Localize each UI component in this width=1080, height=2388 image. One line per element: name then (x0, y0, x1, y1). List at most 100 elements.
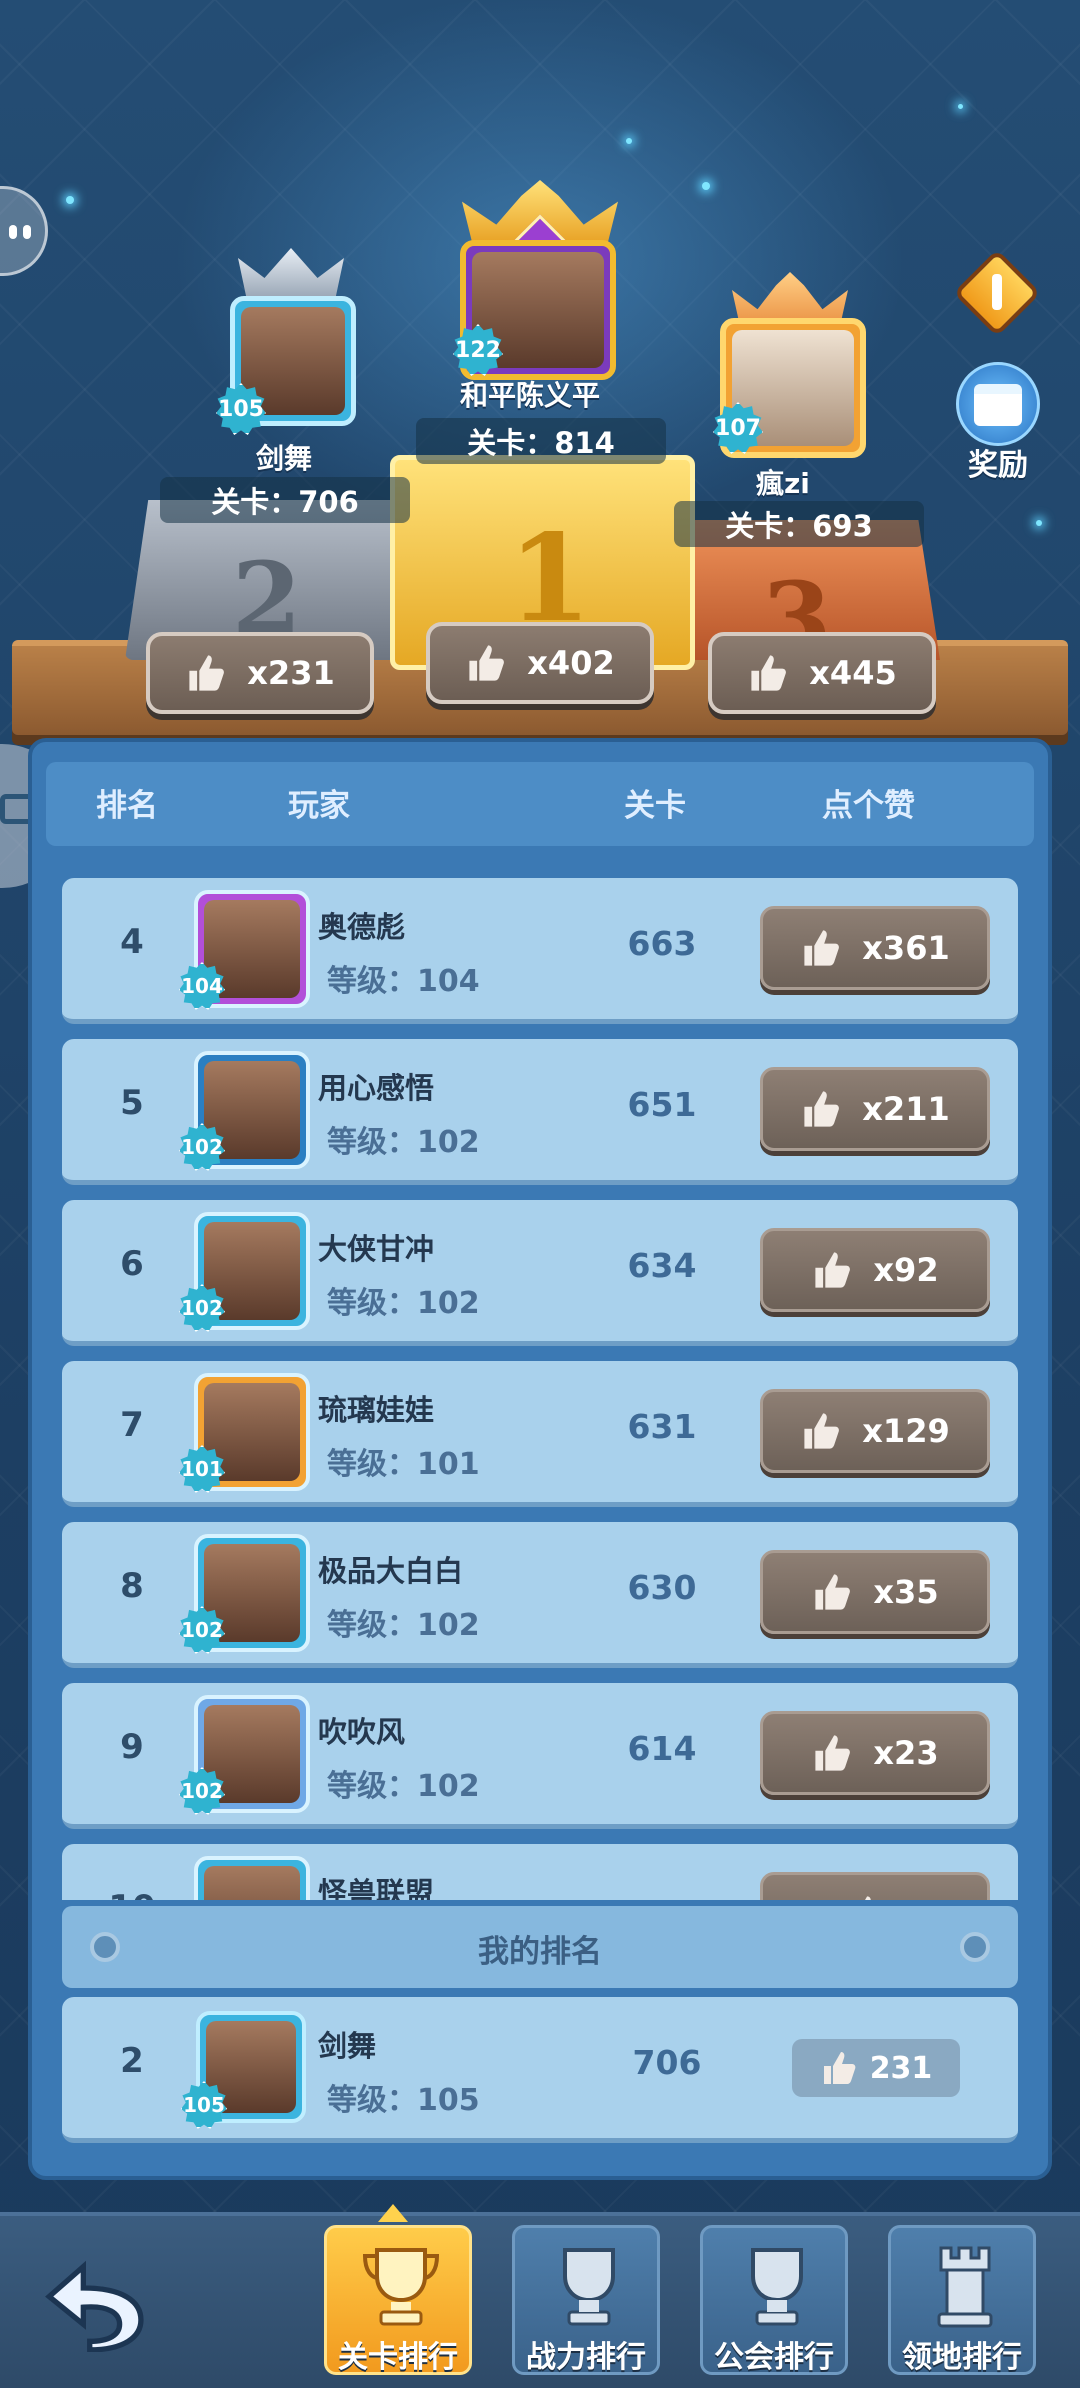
tab-power-rank[interactable]: 战力排行 (512, 2225, 660, 2375)
my-avatar[interactable]: 105 (180, 2011, 306, 2129)
my-stage: 706 (632, 2043, 702, 2082)
my-name: 剑舞 (318, 2029, 377, 2063)
third-name: 瘋zi (756, 467, 810, 500)
player-avatar[interactable]: 104 (178, 890, 310, 1010)
player-avatar[interactable]: 102 (178, 1534, 310, 1654)
player-stage: 634 (627, 1246, 697, 1285)
tab-label: 公会排行 (714, 2340, 834, 2375)
player-name: 极品大白白 (318, 1554, 464, 1588)
player-stage: 651 (627, 1085, 697, 1124)
back-button[interactable] (40, 2256, 148, 2353)
player-name: 吹吹风 (318, 1715, 406, 1749)
crown-silver-icon (238, 248, 344, 298)
my-level: 等级：105 (327, 2083, 480, 2118)
third-like-button[interactable]: x445 (708, 632, 936, 714)
first-like-button[interactable]: x402 (426, 622, 654, 704)
like-count: x361 (862, 929, 950, 967)
avatar-second[interactable]: 105 (216, 296, 356, 435)
trophy-icon (362, 2248, 440, 2326)
thumbs-up-icon (811, 1731, 855, 1775)
player-level: 等级：102 (327, 1608, 480, 1643)
avatar-first[interactable]: 122 (453, 240, 616, 380)
table-row: 7 101 琉璃娃娃等级：101 631 x129 (62, 1361, 1018, 1507)
player-name: 奥德彪 (318, 910, 406, 944)
player-avatar[interactable]: 102 (178, 1695, 310, 1815)
player-stage: 630 (627, 1568, 697, 1607)
thumbs-up-icon (820, 2048, 860, 2088)
reward-button[interactable]: 奖励 (946, 362, 1050, 483)
dot-right-icon (960, 1932, 990, 1962)
thumbs-up-icon (844, 1892, 888, 1900)
like-count: x35 (873, 1573, 939, 1611)
like-button[interactable]: x129 (760, 1389, 990, 1473)
table-row: 10 怪兽联盟 (62, 1844, 1018, 1900)
gift-box (974, 384, 1022, 426)
floating-chat-button[interactable] (0, 186, 48, 276)
thumbs-up-icon (800, 1087, 844, 1131)
rank-value: 5 (120, 1083, 144, 1123)
player-avatar[interactable]: 102 (178, 1051, 310, 1171)
thumbs-up-icon (800, 926, 844, 970)
player-level: 等级：104 (327, 964, 480, 999)
player-stage: 614 (627, 1729, 697, 1768)
tab-stage-rank[interactable]: 关卡排行 (324, 2225, 472, 2375)
my-likes-box: 231 (792, 2039, 960, 2097)
player-avatar[interactable] (194, 1856, 310, 1900)
table-row: 8 102 极品大白白等级：102 630 x35 (62, 1522, 1018, 1668)
thumbs-up-icon (811, 1248, 855, 1292)
like-button[interactable]: x35 (760, 1550, 990, 1634)
like-button[interactable] (760, 1872, 990, 1900)
avatar-third[interactable]: 107 (713, 318, 866, 458)
player-level: 等级：101 (327, 1447, 480, 1482)
first-name: 和平陈义平 (460, 379, 601, 412)
my-rank-row: 2 105 剑舞 等级：105 706 231 (62, 1997, 1018, 2143)
face-icon (9, 225, 17, 239)
header-rank: 排名 (96, 788, 158, 824)
like-button[interactable]: x23 (760, 1711, 990, 1795)
player-name: 琉璃娃娃 (318, 1393, 435, 1427)
table-row: 6 102 大侠甘冲 等级：102 634 x92 (62, 1200, 1018, 1346)
reward-label: 奖励 (968, 448, 1028, 483)
thumbs-up-icon (747, 651, 791, 695)
second-stage: 关卡：706 (160, 477, 410, 523)
player-stage: 631 (627, 1407, 697, 1446)
like-button[interactable]: x361 (760, 906, 990, 990)
like-count: x211 (862, 1090, 950, 1128)
like-button[interactable]: x92 (760, 1228, 990, 1312)
tab-guild-rank[interactable]: 公会排行 (700, 2225, 848, 2375)
table-row: 4 104 奥德彪等级：104 663 x361 (62, 878, 1018, 1024)
third-likes: x445 (809, 654, 897, 692)
fist-trophy-icon (563, 2248, 615, 2326)
tab-territory-rank[interactable]: 领地排行 (888, 2225, 1036, 2375)
handshake-trophy-icon (751, 2248, 803, 2326)
rank-value: 7 (120, 1405, 144, 1445)
player-stage: 663 (627, 924, 697, 963)
player-name: 大侠甘冲 (318, 1232, 435, 1266)
tab-label: 关卡排行 (338, 2340, 458, 2375)
back-arrow-icon (45, 2260, 144, 2353)
player-level: 等级：102 (327, 1769, 480, 1804)
table-row: 5 102 用心感悟 等级：102 651 x211 (62, 1039, 1018, 1185)
my-rank-value: 2 (120, 2041, 144, 2081)
thumbs-up-icon (811, 1570, 855, 1614)
my-rank-bar: 我的排名 (62, 1906, 1018, 1988)
like-button[interactable]: x211 (760, 1067, 990, 1151)
player-avatar[interactable]: 102 (178, 1212, 310, 1332)
thumbs-up-icon (800, 1409, 844, 1453)
rank-value: 9 (120, 1727, 144, 1767)
player-name: 怪兽联盟 (318, 1876, 435, 1900)
player-level: 等级：102 (327, 1125, 480, 1160)
like-count: x23 (873, 1734, 939, 1772)
rank-value: 4 (120, 922, 144, 962)
second-like-button[interactable]: x231 (146, 632, 374, 714)
ranking-list[interactable]: 4 104 奥德彪 等级：104 663 x361 5 102 用心感悟 等级：102 651 x21… (48, 856, 1032, 1900)
my-rank-title: 我的排名 (478, 1934, 602, 1970)
second-likes: x231 (247, 654, 335, 692)
like-count: x129 (862, 1412, 950, 1450)
rank-value: 8 (120, 1566, 144, 1606)
third-stage: 关卡：693 (674, 501, 924, 547)
player-avatar[interactable]: 101 (178, 1373, 310, 1493)
my-likes: 231 (869, 2050, 933, 2086)
rank-value: 6 (120, 1244, 144, 1284)
leaderboard-screen: { "podium": { "first": {"name":"和平陈义平","… (0, 0, 1080, 2388)
